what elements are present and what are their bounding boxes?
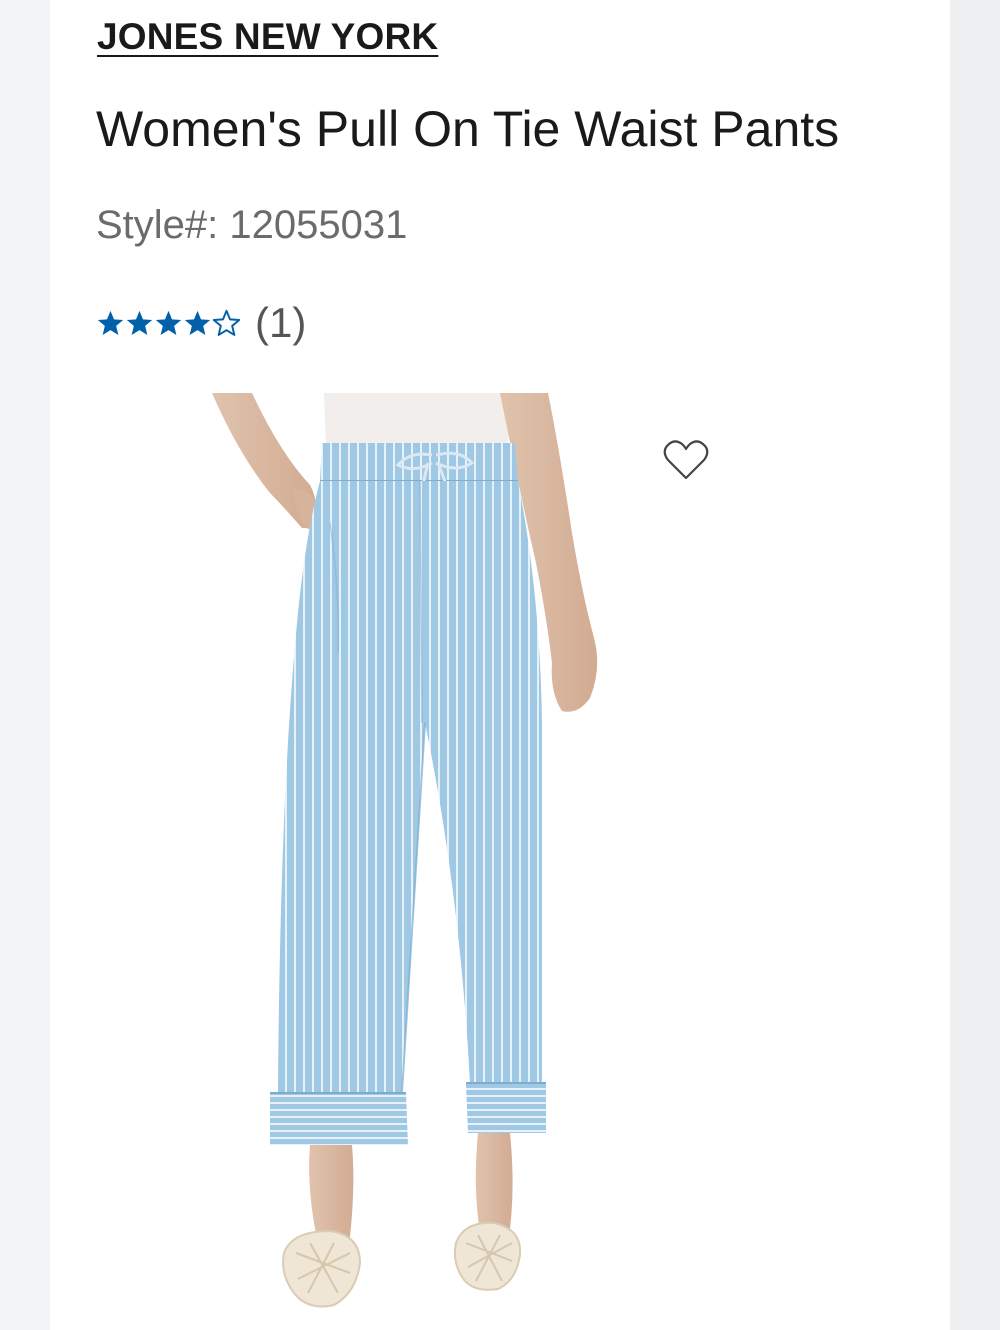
page-edge: [950, 0, 1000, 1330]
product-detail-panel: JONES NEW YORK Women's Pull On Tie Waist…: [50, 0, 950, 1330]
product-rating[interactable]: (1): [96, 295, 306, 351]
product-title: Women's Pull On Tie Waist Pants: [96, 101, 840, 157]
heart-outline-icon[interactable]: [662, 438, 710, 482]
style-number: Style#: 12055031: [96, 203, 408, 247]
product-image[interactable]: [210, 393, 650, 1313]
star-filled-icon: [184, 310, 211, 335]
review-count[interactable]: (1): [255, 299, 306, 347]
star-filled-icon: [126, 310, 153, 335]
star-empty-icon: [212, 309, 241, 336]
brand-link[interactable]: JONES NEW YORK: [97, 16, 438, 58]
star-filled-icon: [155, 310, 182, 335]
rating-stars: [96, 309, 241, 338]
star-filled-icon: [97, 310, 124, 335]
